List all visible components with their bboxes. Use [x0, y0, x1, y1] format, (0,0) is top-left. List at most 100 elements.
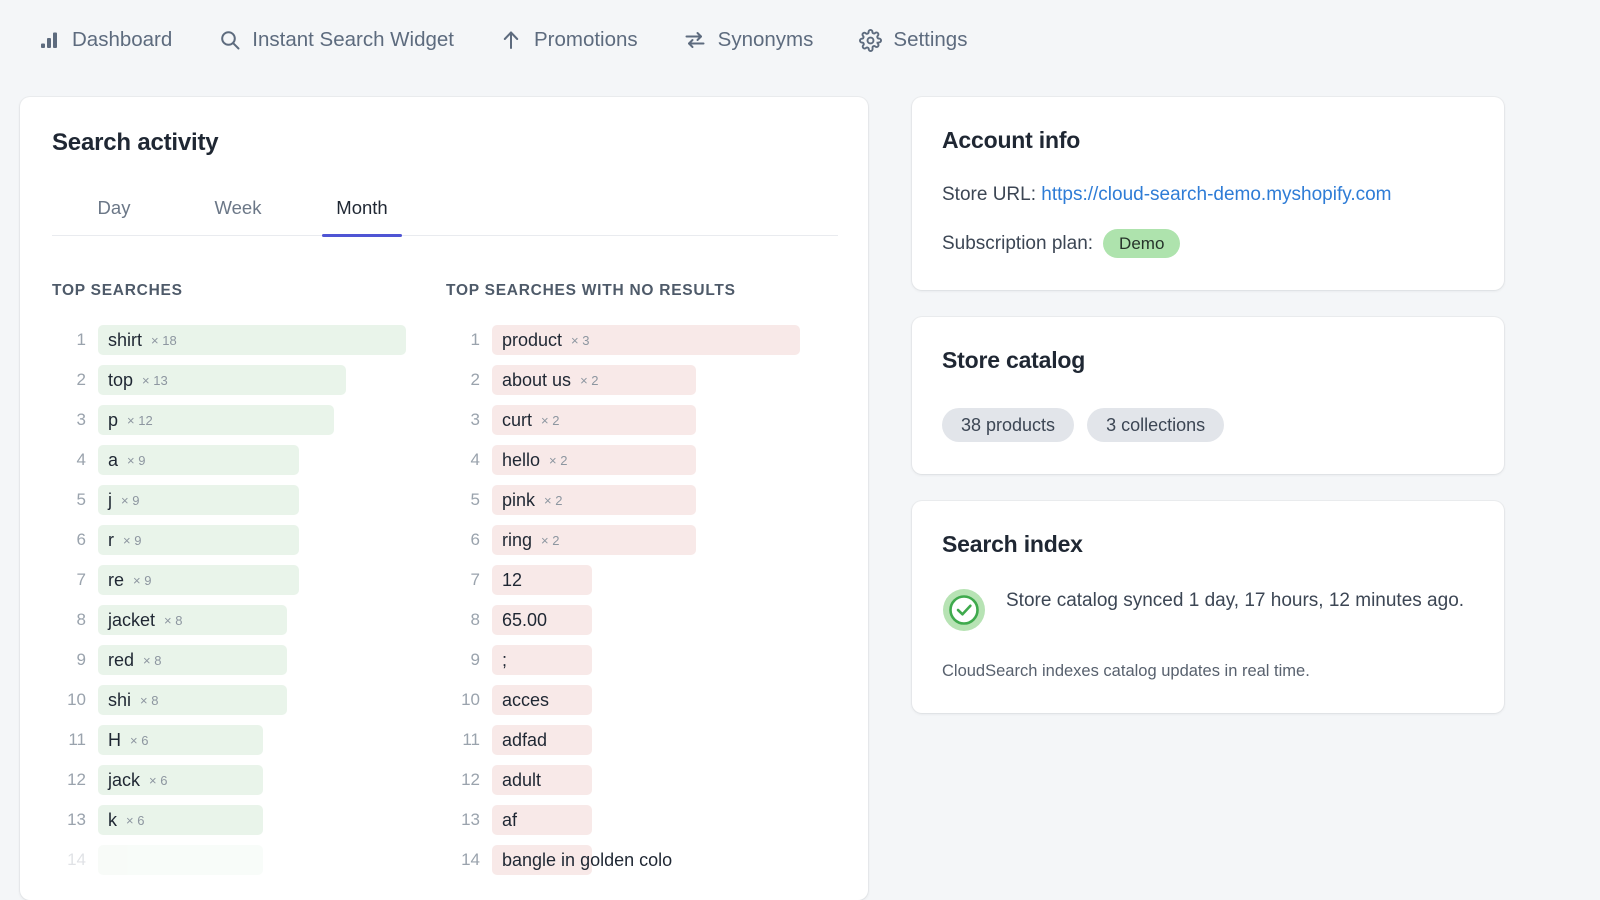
search-term-count: × 3	[571, 333, 589, 348]
account-info-title: Account info	[942, 127, 1474, 154]
search-term-bar: red× 8	[98, 645, 287, 675]
store-url-link[interactable]: https://cloud-search-demo.myshopify.com	[1041, 184, 1391, 205]
list-item[interactable]: 7re× 9	[52, 560, 446, 600]
rank-label: 2	[446, 370, 480, 390]
rank-label: 5	[446, 490, 480, 510]
search-term-label: 12	[502, 570, 522, 591]
no-results-list: 1product× 32about us× 23curt× 2 4 hello× 2…	[446, 320, 840, 880]
list-item[interactable]: 5 j× 9	[52, 480, 446, 520]
search-term-bar: ;	[492, 645, 592, 675]
search-term-label: af	[502, 810, 517, 831]
nav-item-dashboard[interactable]: Dashboard	[38, 28, 172, 52]
rank-label: 10	[52, 690, 86, 710]
search-term-bar: j× 9	[98, 485, 299, 515]
nav-item-settings[interactable]: Settings	[859, 28, 967, 52]
rank-label: 1	[52, 330, 86, 350]
search-term-bar: H× 6	[98, 725, 263, 755]
list-item[interactable]: 10acces	[446, 680, 840, 720]
nav-item-instant-search-widget[interactable]: Instant Search Widget	[218, 28, 454, 52]
search-term-bar: acces	[492, 685, 592, 715]
list-item[interactable]: 4 hello× 2	[446, 440, 840, 480]
rank-label: 7	[446, 570, 480, 590]
list-item[interactable]: 13af	[446, 800, 840, 840]
search-term-bar: shirt× 18	[98, 325, 406, 355]
list-item[interactable]: 13k× 6	[52, 800, 446, 840]
nav-label: Dashboard	[72, 28, 172, 52]
list-item[interactable]: 2top× 13	[52, 360, 446, 400]
search-term-count: × 2	[580, 373, 598, 388]
list-item[interactable]: 14	[52, 840, 446, 880]
tab-week[interactable]: Week	[176, 188, 300, 235]
search-term-count: × 6	[149, 773, 167, 788]
search-term-count: × 18	[151, 333, 177, 348]
search-term-label: acces	[502, 690, 549, 711]
list-item[interactable]: 12jack× 6	[52, 760, 446, 800]
search-term-label: p	[108, 410, 118, 431]
search-term-bar: r× 9	[98, 525, 299, 555]
list-item[interactable]: 11H× 6	[52, 720, 446, 760]
search-term-label: adult	[502, 770, 541, 791]
rank-label: 4	[446, 450, 480, 470]
nav-item-promotions[interactable]: Promotions	[500, 28, 638, 52]
rank-label: 11	[446, 730, 480, 750]
search-term-label: jack	[108, 770, 140, 791]
list-item[interactable]: 9;	[446, 640, 840, 680]
search-term-bar: ring× 2	[492, 525, 696, 555]
list-item[interactable]: 9 red× 8	[52, 640, 446, 680]
search-term-count: × 2	[544, 493, 562, 508]
search-term-label: ;	[502, 650, 507, 671]
search-term-label: r	[108, 530, 114, 551]
rank-label: 1	[446, 330, 480, 350]
rank-label: 3	[446, 410, 480, 430]
list-item[interactable]: 3 p × 12	[52, 400, 446, 440]
list-item[interactable]: 12 adult	[446, 760, 840, 800]
search-term-bar: 65.00	[492, 605, 592, 635]
nav-label: Synonyms	[718, 28, 814, 52]
search-index-card: Search index Store catalog synced 1 day,…	[912, 501, 1504, 713]
search-term-bar: hello× 2	[492, 445, 696, 475]
bar-chart-icon	[38, 29, 61, 52]
search-term-bar: af	[492, 805, 592, 835]
search-term-count: × 12	[127, 413, 153, 428]
list-item[interactable]: 6r× 9	[52, 520, 446, 560]
nav-item-synonyms[interactable]: Synonyms	[684, 28, 814, 52]
search-term-count: × 6	[126, 813, 144, 828]
list-item[interactable]: 5 pink × 2	[446, 480, 840, 520]
list-item[interactable]: 11adfad	[446, 720, 840, 760]
list-item[interactable]: 8jacket× 8	[52, 600, 446, 640]
store-catalog-title: Store catalog	[942, 347, 1474, 374]
search-term-label: jacket	[108, 610, 155, 631]
rank-label: 13	[52, 810, 86, 830]
tab-day[interactable]: Day	[52, 188, 176, 235]
tab-month[interactable]: Month	[300, 188, 424, 235]
rank-label: 5	[52, 490, 86, 510]
search-term-count: × 2	[541, 533, 559, 548]
list-item[interactable]: 14bangle in golden colo	[446, 840, 840, 880]
rank-label: 9	[52, 650, 86, 670]
subscription-plan-badge: Demo	[1103, 229, 1180, 258]
list-item[interactable]: 1product× 3	[446, 320, 840, 360]
nav-label: Promotions	[534, 28, 638, 52]
list-item[interactable]: 4a× 9	[52, 440, 446, 480]
search-term-label: 65.00	[502, 610, 547, 631]
subscription-row: Subscription plan: Demo	[942, 229, 1474, 258]
list-item[interactable]: 865.00	[446, 600, 840, 640]
list-item[interactable]: 7 12	[446, 560, 840, 600]
search-term-label: pink	[502, 490, 535, 511]
search-index-note: CloudSearch indexes catalog updates in r…	[942, 662, 1474, 681]
store-catalog-card: Store catalog 38 products 3 collections	[912, 317, 1504, 474]
list-item[interactable]: 6ring× 2	[446, 520, 840, 560]
list-item[interactable]: 2about us× 2	[446, 360, 840, 400]
search-term-bar: jacket× 8	[98, 605, 287, 635]
nav-label: Settings	[893, 28, 967, 52]
rank-label: 3	[52, 410, 86, 430]
sidebar: Account info Store URL: https://cloud-se…	[912, 97, 1504, 740]
list-item[interactable]: 3curt× 2	[446, 400, 840, 440]
rank-label: 12	[446, 770, 480, 790]
products-count-badge: 38 products	[942, 408, 1074, 442]
list-item[interactable]: 10shi× 8	[52, 680, 446, 720]
search-term-bar: pink × 2	[492, 485, 696, 515]
list-item[interactable]: 1 shirt× 18	[52, 320, 446, 360]
search-term-count: × 6	[130, 733, 148, 748]
arrow-up-icon	[500, 29, 523, 52]
